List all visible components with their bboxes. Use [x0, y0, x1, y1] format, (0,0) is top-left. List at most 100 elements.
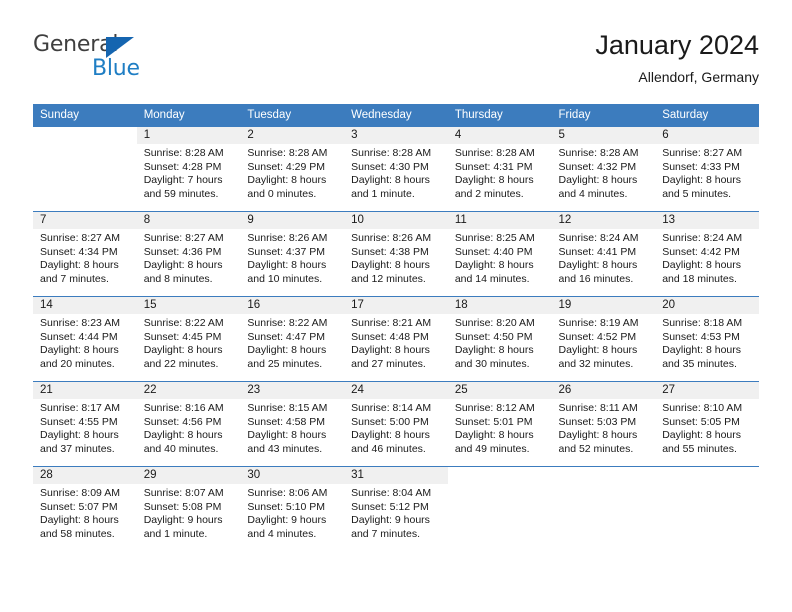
- sunrise-line: Sunrise: 8:27 AM: [40, 232, 120, 244]
- day-number: 1: [136, 127, 241, 144]
- day-number: 4: [447, 127, 552, 144]
- day-number: 5: [551, 127, 656, 144]
- daylight-line: Daylight: 8 hours: [351, 174, 430, 187]
- sunrise-line: Sunrise: 8:14 AM: [351, 402, 432, 414]
- day-cell-inner: 13 Sunrise: 8:24 AM Sunset: 4:42 PM Dayligh…: [655, 212, 759, 296]
- calendar-day-cell[interactable]: 15 Sunrise: 8:22 AM Sunset: 4:45 PM Dayligh…: [136, 296, 241, 382]
- sunrise-line: Sunrise: 8:10 AM: [662, 402, 743, 414]
- calendar-day-cell[interactable]: 2 Sunrise: 8:28 AM Sunset: 4:29 PM Daylight…: [240, 126, 345, 212]
- calendar-day-cell[interactable]: 1 Sunrise: 8:28 AM Sunset: 4:28 PM Daylight…: [136, 126, 241, 212]
- day-sun-info: Sunrise: 8:26 AM Sunset: 4:38 PM Daylight:…: [344, 229, 448, 286]
- daylight-line-2: and 16 minutes.: [558, 272, 634, 285]
- daylight-line: Daylight: 9 hours: [247, 514, 327, 527]
- sunrise-line: Sunrise: 8:28 AM: [247, 147, 328, 159]
- calendar-day-cell[interactable]: 5 Sunrise: 8:28 AM Sunset: 4:32 PM Daylight…: [551, 126, 656, 212]
- calendar-day-cell[interactable]: 12 Sunrise: 8:24 AM Sunset: 4:41 PM Dayligh…: [551, 211, 656, 297]
- daylight-line-2: and 7 minutes.: [40, 272, 109, 285]
- day-cell-inner: 28 Sunrise: 8:09 AM Sunset: 5:07 PM Dayligh…: [33, 467, 137, 551]
- sunrise-line: Sunrise: 8:12 AM: [454, 402, 535, 414]
- general-blue-logo[interactable]: General Blue: [33, 32, 163, 88]
- day-sun-info: Sunrise: 8:25 AM Sunset: 4:40 PM Daylight:…: [448, 229, 552, 286]
- daylight-line: Daylight: 8 hours: [351, 259, 430, 272]
- day-cell-inner: 31 Sunrise: 8:04 AM Sunset: 5:12 PM Dayligh…: [344, 467, 448, 551]
- day-number: 25: [447, 382, 552, 399]
- daylight-line-2: and 32 minutes.: [558, 357, 634, 370]
- day-cell-inner: 17 Sunrise: 8:21 AM Sunset: 4:48 PM Dayligh…: [344, 297, 448, 381]
- day-number: 27: [655, 382, 759, 399]
- sunset-line: Sunset: 5:00 PM: [351, 415, 429, 428]
- calendar-day-cell[interactable]: 26 Sunrise: 8:11 AM Sunset: 5:03 PM Dayligh…: [551, 381, 656, 467]
- daylight-line-2: and 8 minutes.: [143, 272, 213, 285]
- day-cell-inner: [655, 467, 759, 551]
- calendar-day-cell[interactable]: 29 Sunrise: 8:07 AM Sunset: 5:08 PM Dayligh…: [136, 466, 241, 551]
- day-number: 9: [240, 212, 345, 229]
- weekday-header-sunday: Sunday: [33, 104, 137, 127]
- daylight-line-2: and 59 minutes.: [143, 187, 219, 200]
- day-cell-inner: 11 Sunrise: 8:25 AM Sunset: 4:40 PM Dayligh…: [447, 212, 552, 296]
- calendar-day-cell[interactable]: 22 Sunrise: 8:16 AM Sunset: 4:56 PM Dayligh…: [136, 381, 241, 467]
- day-sun-info: Sunrise: 8:14 AM Sunset: 5:00 PM Daylight:…: [344, 399, 448, 456]
- daylight-line-2: and 14 minutes.: [454, 272, 530, 285]
- calendar-day-cell[interactable]: 7 Sunrise: 8:27 AM Sunset: 4:34 PM Daylight…: [33, 211, 137, 297]
- day-sun-info: Sunrise: 8:06 AM Sunset: 5:10 PM Daylight:…: [240, 484, 344, 541]
- calendar-day-cell[interactable]: 13 Sunrise: 8:24 AM Sunset: 4:42 PM Dayligh…: [655, 211, 759, 297]
- calendar-day-cell[interactable]: 23 Sunrise: 8:15 AM Sunset: 4:58 PM Dayligh…: [240, 381, 345, 467]
- day-number: 13: [655, 212, 759, 229]
- day-number: 24: [344, 382, 448, 399]
- calendar-day-cell[interactable]: 6 Sunrise: 8:27 AM Sunset: 4:33 PM Daylight…: [655, 126, 759, 212]
- sunset-line: Sunset: 5:03 PM: [558, 415, 637, 428]
- calendar-day-cell[interactable]: 10 Sunrise: 8:26 AM Sunset: 4:38 PM Dayligh…: [344, 211, 448, 297]
- sunset-line: Sunset: 4:31 PM: [454, 160, 533, 173]
- weekday-header-saturday: Saturday: [655, 104, 759, 127]
- calendar-day-cell[interactable]: 28 Sunrise: 8:09 AM Sunset: 5:07 PM Dayligh…: [33, 466, 137, 551]
- sunrise-line: Sunrise: 8:09 AM: [40, 487, 120, 499]
- calendar-day-cell[interactable]: 14 Sunrise: 8:23 AM Sunset: 4:44 PM Dayligh…: [33, 296, 137, 382]
- calendar-day-cell[interactable]: 9 Sunrise: 8:26 AM Sunset: 4:37 PM Daylight…: [240, 211, 345, 297]
- calendar-day-cell[interactable]: 17 Sunrise: 8:21 AM Sunset: 4:48 PM Dayligh…: [344, 296, 448, 382]
- daylight-line-2: and 37 minutes.: [40, 442, 115, 455]
- day-cell-inner: 26 Sunrise: 8:11 AM Sunset: 5:03 PM Dayligh…: [551, 382, 656, 466]
- calendar-week-row: 28 Sunrise: 8:09 AM Sunset: 5:07 PM Dayligh…: [33, 466, 759, 551]
- calendar-day-cell[interactable]: 27 Sunrise: 8:10 AM Sunset: 5:05 PM Dayligh…: [655, 381, 759, 467]
- day-cell-inner: 3 Sunrise: 8:28 AM Sunset: 4:30 PM Daylight…: [344, 127, 448, 211]
- day-number: 2: [240, 127, 345, 144]
- day-cell-inner: 23 Sunrise: 8:15 AM Sunset: 4:58 PM Dayligh…: [240, 382, 345, 466]
- day-sun-info: Sunrise: 8:18 AM Sunset: 4:53 PM Daylight:…: [655, 314, 759, 371]
- daylight-line-2: and 30 minutes.: [454, 357, 530, 370]
- day-cell-inner: 16 Sunrise: 8:22 AM Sunset: 4:47 PM Dayligh…: [240, 297, 345, 381]
- day-number: [551, 467, 656, 484]
- daylight-line-2: and 58 minutes.: [40, 527, 115, 540]
- daylight-line: Daylight: 8 hours: [40, 259, 119, 272]
- day-number: 22: [136, 382, 241, 399]
- calendar-day-cell[interactable]: 25 Sunrise: 8:12 AM Sunset: 5:01 PM Dayligh…: [447, 381, 552, 467]
- daylight-line-2: and 27 minutes.: [351, 357, 426, 370]
- daylight-line: Daylight: 8 hours: [40, 514, 119, 527]
- sunrise-line: Sunrise: 8:11 AM: [558, 402, 638, 414]
- sunrise-line: Sunrise: 8:23 AM: [40, 317, 120, 329]
- sunset-line: Sunset: 4:44 PM: [40, 330, 118, 343]
- calendar-day-cell[interactable]: 18 Sunrise: 8:20 AM Sunset: 4:50 PM Dayligh…: [447, 296, 552, 382]
- title-block: January 2024 Allendorf, Germany: [595, 28, 759, 87]
- calendar-day-cell[interactable]: 31 Sunrise: 8:04 AM Sunset: 5:12 PM Dayligh…: [344, 466, 448, 551]
- sunset-line: Sunset: 4:34 PM: [40, 245, 118, 258]
- calendar-day-cell[interactable]: 30 Sunrise: 8:06 AM Sunset: 5:10 PM Dayligh…: [240, 466, 345, 551]
- calendar-day-cell[interactable]: 4 Sunrise: 8:28 AM Sunset: 4:31 PM Daylight…: [447, 126, 552, 212]
- day-number: 14: [33, 297, 137, 314]
- daylight-line-2: and 55 minutes.: [662, 442, 737, 455]
- location-subtitle: Allendorf, Germany: [638, 69, 759, 85]
- day-sun-info: Sunrise: 8:07 AM Sunset: 5:08 PM Daylight:…: [137, 484, 241, 541]
- calendar-day-cell[interactable]: 3 Sunrise: 8:28 AM Sunset: 4:30 PM Daylight…: [344, 126, 448, 212]
- calendar-day-cell[interactable]: 20 Sunrise: 8:18 AM Sunset: 4:53 PM Dayligh…: [655, 296, 759, 382]
- sunrise-line: Sunrise: 8:04 AM: [351, 487, 432, 499]
- daylight-line: Daylight: 8 hours: [143, 259, 223, 272]
- calendar-day-cell[interactable]: 19 Sunrise: 8:19 AM Sunset: 4:52 PM Dayligh…: [551, 296, 656, 382]
- calendar-day-cell[interactable]: 16 Sunrise: 8:22 AM Sunset: 4:47 PM Dayligh…: [240, 296, 345, 382]
- sunset-line: Sunset: 4:32 PM: [558, 160, 637, 173]
- day-cell-inner: [33, 127, 137, 211]
- calendar-day-cell[interactable]: 8 Sunrise: 8:27 AM Sunset: 4:36 PM Daylight…: [136, 211, 241, 297]
- calendar-day-cell[interactable]: 21 Sunrise: 8:17 AM Sunset: 4:55 PM Dayligh…: [33, 381, 137, 467]
- sunrise-line: Sunrise: 8:25 AM: [454, 232, 535, 244]
- calendar-day-cell[interactable]: 11 Sunrise: 8:25 AM Sunset: 4:40 PM Dayligh…: [447, 211, 552, 297]
- calendar-day-cell[interactable]: 24 Sunrise: 8:14 AM Sunset: 5:00 PM Dayligh…: [344, 381, 448, 467]
- daylight-line: Daylight: 8 hours: [247, 429, 327, 442]
